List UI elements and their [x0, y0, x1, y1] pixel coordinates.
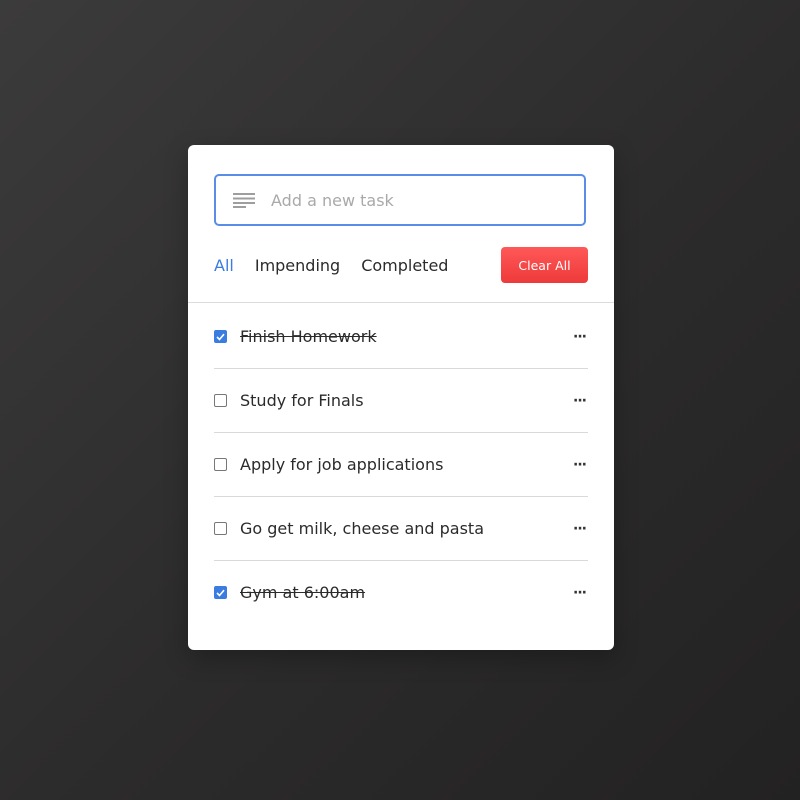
task-item: Apply for job applications ··· [214, 433, 588, 497]
task-checkbox[interactable] [214, 458, 227, 471]
task-text: Finish Homework [240, 327, 377, 346]
more-options-icon[interactable]: ··· [573, 522, 587, 536]
task-input-box[interactable] [214, 174, 586, 226]
filter-completed[interactable]: Completed [361, 256, 448, 275]
more-options-icon[interactable]: ··· [573, 586, 587, 600]
task-list: Finish Homework ··· Study for Finals ···… [214, 305, 588, 624]
task-input[interactable] [269, 189, 563, 211]
clear-all-button[interactable]: Clear All [501, 247, 588, 283]
task-item: Finish Homework ··· [214, 305, 588, 369]
todo-card: All Impending Completed Clear All Finish… [188, 145, 614, 650]
divider [188, 302, 614, 303]
lines-icon [233, 191, 255, 209]
task-text: Go get milk, cheese and pasta [240, 519, 484, 538]
task-text: Study for Finals [240, 391, 364, 410]
task-checkbox[interactable] [214, 586, 227, 599]
checkmark-icon [216, 589, 225, 597]
task-checkbox[interactable] [214, 394, 227, 407]
task-text: Apply for job applications [240, 455, 444, 474]
more-options-icon[interactable]: ··· [573, 394, 587, 408]
task-checkbox[interactable] [214, 330, 227, 343]
task-item: Study for Finals ··· [214, 369, 588, 433]
filter-impending[interactable]: Impending [255, 256, 340, 275]
task-text: Gym at 6:00am [240, 583, 366, 602]
checkmark-icon [216, 333, 225, 341]
task-item: Gym at 6:00am ··· [214, 561, 588, 624]
filter-bar: All Impending Completed Clear All [214, 247, 588, 283]
more-options-icon[interactable]: ··· [573, 458, 587, 472]
task-item: Go get milk, cheese and pasta ··· [214, 497, 588, 561]
task-checkbox[interactable] [214, 522, 227, 535]
filter-all[interactable]: All [214, 256, 234, 275]
more-options-icon[interactable]: ··· [573, 330, 587, 344]
